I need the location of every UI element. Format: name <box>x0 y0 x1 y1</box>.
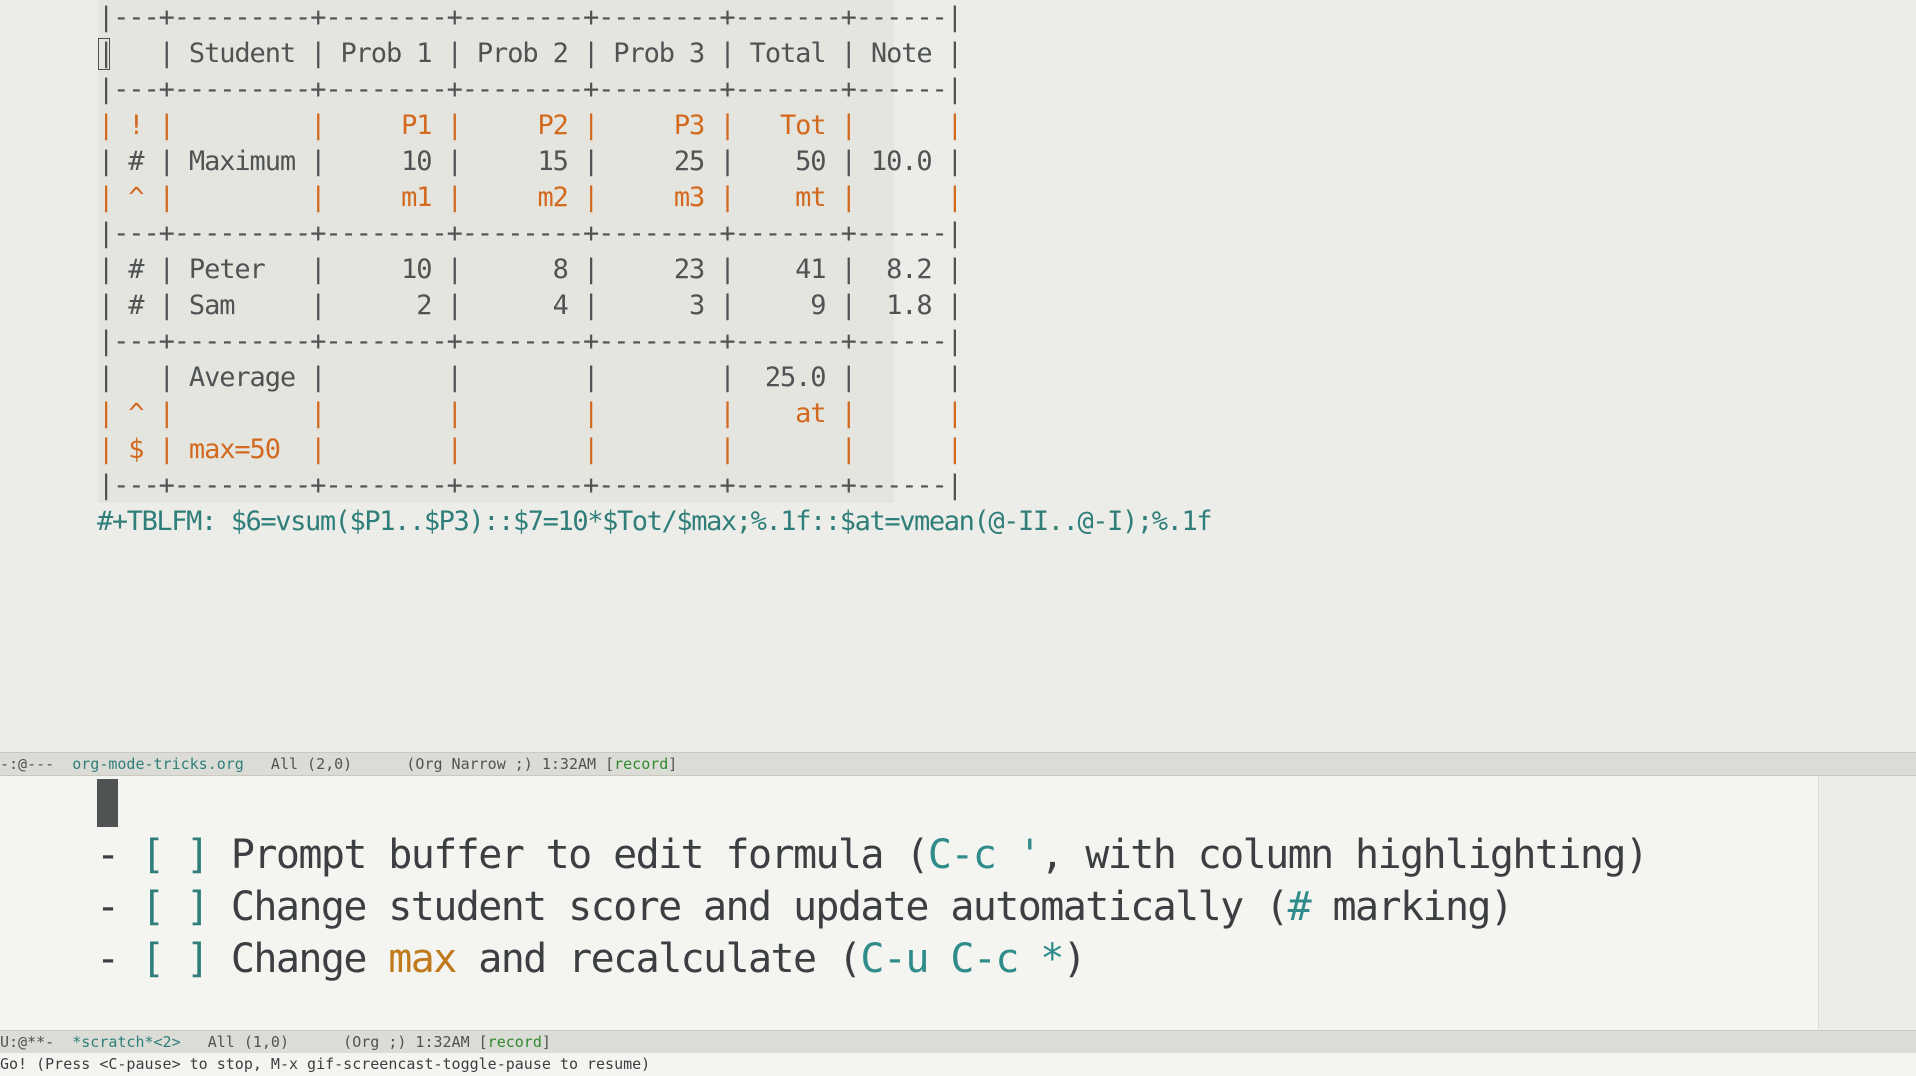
modeline-top: -:@--- org-mode-tricks.org All (2,0) (Or… <box>0 752 1916 776</box>
table-header-row[interactable]: | | Student | Prob 1 | Prob 2 | Prob 3 |… <box>98 36 963 72</box>
checklist-item[interactable]: - [ ] Change max and recalculate (C-u C-… <box>96 934 1087 984</box>
table-row-maximum[interactable]: | # | Maximum | 10 | 15 | 25 | 50 | 10.0… <box>98 144 963 180</box>
table-separator: |---+---------+--------+--------+-------… <box>98 74 963 105</box>
table-row-at[interactable]: | ^ | | | | | at | | <box>98 396 963 432</box>
checkbox[interactable]: [ ] <box>141 884 210 930</box>
list-dash: - <box>96 884 141 930</box>
modeline-bottom: U:@**- *scratch*<2> All (1,0) (Org ;) 1:… <box>0 1030 1916 1054</box>
table-separator: |---+---------+--------+--------+-------… <box>98 2 963 33</box>
text-cursor <box>98 38 110 70</box>
checkbox[interactable]: [ ] <box>141 832 210 878</box>
list-dash: - <box>96 832 141 878</box>
keybinding: # <box>1287 884 1312 930</box>
item-text: Prompt buffer to edit formula ( <box>208 832 930 878</box>
item-text: and recalculate ( <box>455 936 862 982</box>
table-separator: |---+---------+--------+--------+-------… <box>98 470 963 501</box>
list-dash: - <box>96 936 141 982</box>
item-text: marking) <box>1310 884 1514 930</box>
window-fringe <box>1818 776 1916 1030</box>
modeline-status: U:@**- <box>0 1033 73 1051</box>
modeline-buffer-name[interactable]: org-mode-tricks.org <box>72 755 244 773</box>
table-separator: |---+---------+--------+--------+-------… <box>98 218 963 249</box>
checklist-item[interactable]: - [ ] Change student score and update au… <box>96 882 1514 932</box>
table-row-max-def[interactable]: | $ | max=50 | | | | | | <box>98 432 963 468</box>
keybinding: C-c ' <box>927 832 1042 878</box>
item-text: ) <box>1062 936 1087 982</box>
modeline-position: All (2,0) (Org Narrow ;) 1:32AM [ <box>243 755 615 773</box>
item-text: Change <box>208 936 389 982</box>
item-text: Change student score and update automati… <box>208 884 1289 930</box>
table-row-params[interactable]: | ^ | | m1 | m2 | m3 | mt | | <box>98 180 963 216</box>
tblfm-formula-line[interactable]: #+TBLFM: $6=vsum($P1..$P3)::$7=10*$Tot/$… <box>97 504 1213 540</box>
modeline-record-indicator: record <box>614 755 669 773</box>
checkbox[interactable]: [ ] <box>141 936 210 982</box>
echo-area: Go! (Press <C-pause> to stop, M-x gif-sc… <box>0 1053 1916 1076</box>
keybinding: C-u C-c * <box>860 936 1064 982</box>
table-row-names[interactable]: | ! | | P1 | P2 | P3 | Tot | | <box>98 108 963 144</box>
checklist-item[interactable]: - [ ] Prompt buffer to edit formula (C-c… <box>96 830 1649 880</box>
table-row-sam[interactable]: | # | Sam | 2 | 4 | 3 | 9 | 1.8 | <box>98 288 963 324</box>
modeline-record-indicator: record <box>487 1033 542 1051</box>
table-row-peter[interactable]: | # | Peter | 10 | 8 | 23 | 41 | 8.2 | <box>98 252 963 288</box>
table-row-average[interactable]: | | Average | | | | 25.0 | | <box>98 360 963 396</box>
modeline-suffix: ] <box>541 1033 551 1051</box>
modeline-suffix: ] <box>668 755 678 773</box>
item-text: , with column highlighting) <box>1040 832 1649 878</box>
keyword: max <box>388 936 457 982</box>
table-separator: |---+---------+--------+--------+-------… <box>98 326 963 357</box>
block-cursor <box>97 779 118 827</box>
modeline-status: -:@--- <box>0 755 73 773</box>
modeline-buffer-name[interactable]: *scratch*<2> <box>72 1033 180 1051</box>
modeline-position: All (1,0) (Org ;) 1:32AM [ <box>180 1033 488 1051</box>
